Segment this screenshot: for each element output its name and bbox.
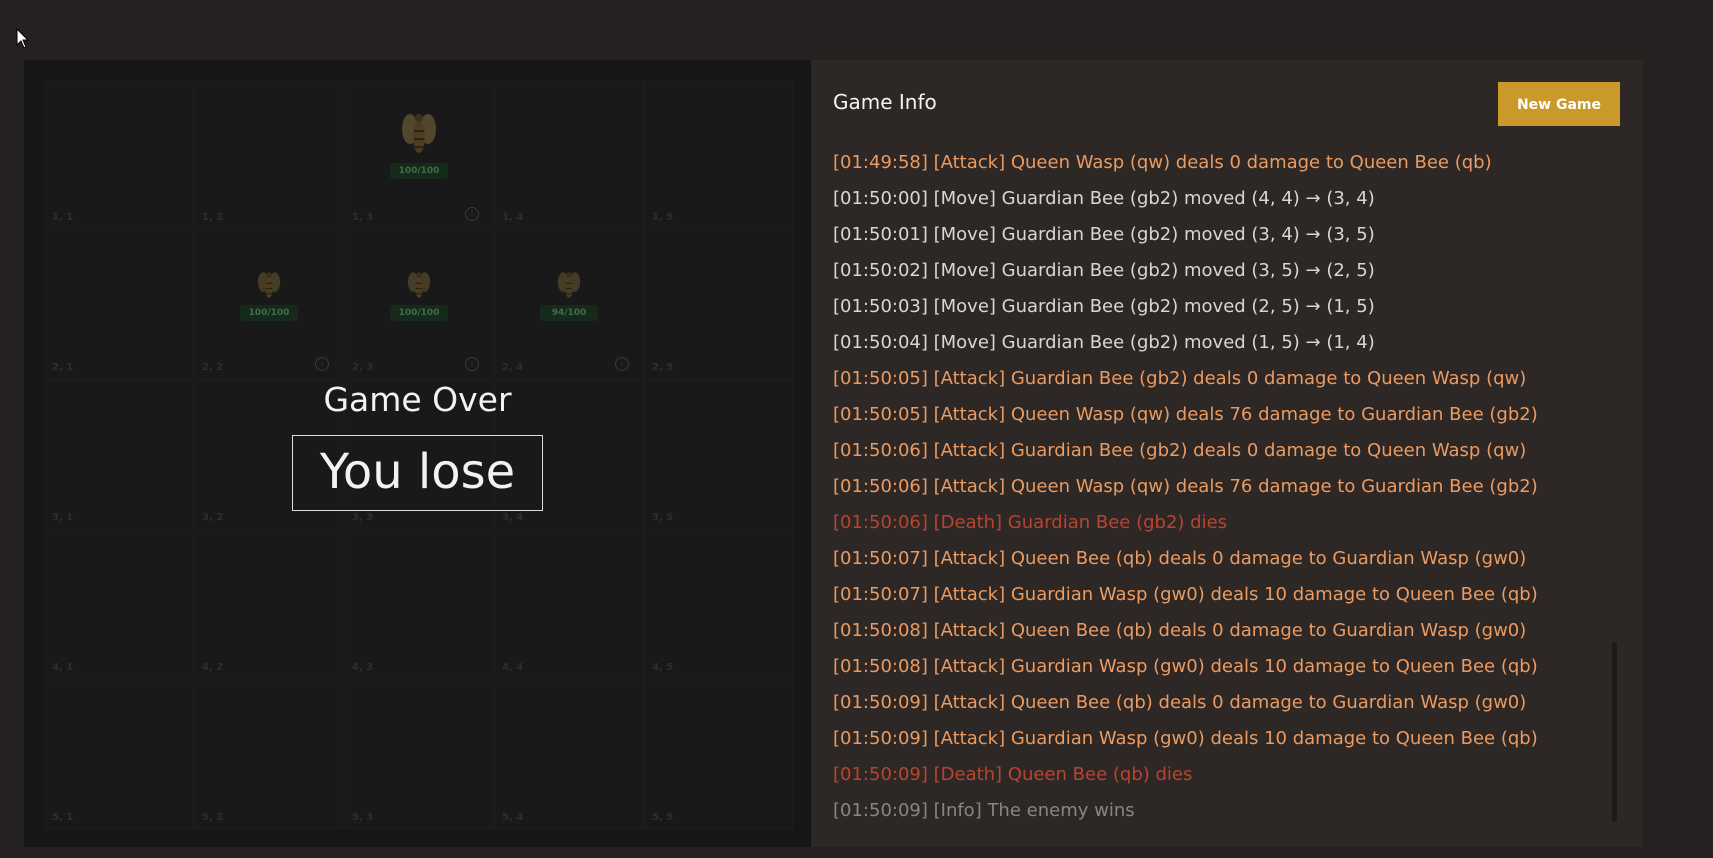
log-entry-move: [01:50:01] [Move] Guardian Bee (gb2) mov… [833, 224, 1375, 245]
cell-coordinate-label: 1, 5 [652, 212, 674, 223]
cell-coordinate-label: 4, 4 [502, 662, 524, 673]
info-icon[interactable]: i [465, 207, 479, 221]
board-cell[interactable]: 4, 4 [494, 530, 644, 680]
cell-coordinate-label: 3, 2 [202, 512, 224, 523]
log-entry-move: [01:50:03] [Move] Guardian Bee (gb2) mov… [833, 296, 1375, 317]
info-icon[interactable]: i [615, 357, 629, 371]
board-cell[interactable]: 4, 3 [344, 530, 494, 680]
game-board-panel: 1, 1 1, 2 100/100 1, 3 i 1, 4 1, 5 2, 1 100/100 2… [24, 60, 811, 847]
cell-coordinate-label: 5, 1 [52, 812, 74, 823]
info-icon[interactable]: i [465, 357, 479, 371]
board-cell[interactable]: 100/100 2, 3 i [344, 230, 494, 380]
board-cell[interactable]: 4, 1 [44, 530, 194, 680]
bee-icon [402, 114, 436, 153]
wasp-icon [257, 272, 281, 298]
log-entry-attack: [01:50:05] [Attack] Guardian Bee (gb2) d… [833, 368, 1527, 389]
board-cell[interactable]: 5, 2 [194, 680, 344, 830]
board-cell[interactable]: 5, 5 [644, 680, 794, 830]
cell-coordinate-label: 4, 5 [652, 662, 674, 673]
info-icon[interactable]: i [315, 357, 329, 371]
cell-coordinate-label: 4, 2 [202, 662, 224, 673]
guardian-wasp-unit[interactable]: 100/100 [390, 269, 448, 321]
log-entry-move: [01:50:04] [Move] Guardian Bee (gb2) mov… [833, 332, 1375, 353]
wasp-icon [407, 272, 431, 298]
log-entry-attack: [01:50:09] [Attack] Queen Bee (qb) deals… [833, 692, 1527, 713]
game-info-title: Game Info [833, 90, 937, 114]
cell-coordinate-label: 3, 1 [52, 512, 74, 523]
log-entry-attack: [01:50:05] [Attack] Queen Wasp (qw) deal… [833, 404, 1538, 425]
cell-coordinate-label: 2, 2 [202, 362, 224, 373]
log-entry-death: [01:50:09] [Death] Queen Bee (qb) dies [833, 764, 1193, 785]
board-cell[interactable]: 2, 1 [44, 230, 194, 380]
log-entry-attack: [01:50:08] [Attack] Guardian Wasp (gw0) … [833, 656, 1538, 677]
log-entry-attack: [01:50:06] [Attack] Queen Wasp (qw) deal… [833, 476, 1538, 497]
unit-hp-badge: 100/100 [240, 305, 298, 321]
log-entry-attack: [01:49:58] [Attack] Queen Wasp (qw) deal… [833, 152, 1492, 173]
log-entry-death: [01:50:06] [Death] Guardian Bee (gb2) di… [833, 512, 1228, 533]
unit-hp-badge: 100/100 [390, 305, 448, 321]
board-cell[interactable]: 100/100 1, 3 i [344, 80, 494, 230]
unit-hp-badge: 100/100 [390, 163, 448, 179]
board-cell[interactable]: 1, 1 [44, 80, 194, 230]
game-over-overlay: Game Over You lose [24, 380, 811, 511]
board-cell[interactable]: 1, 4 [494, 80, 644, 230]
board-cell[interactable]: 4, 5 [644, 530, 794, 680]
log-entry-move: [01:50:00] [Move] Guardian Bee (gb2) mov… [833, 188, 1375, 209]
wasp-icon [557, 272, 581, 298]
guardian-wasp-unit[interactable]: 100/100 [240, 269, 298, 321]
board-cell[interactable]: 1, 5 [644, 80, 794, 230]
mouse-cursor-icon [16, 28, 30, 49]
board-cell[interactable]: 5, 3 [344, 680, 494, 830]
board-cell[interactable]: 94/100 2, 4 i [494, 230, 644, 380]
cell-coordinate-label: 5, 2 [202, 812, 224, 823]
cell-coordinate-label: 3, 4 [502, 512, 524, 523]
cell-coordinate-label: 1, 1 [52, 212, 74, 223]
guardian-wasp-unit[interactable]: 94/100 [540, 269, 598, 321]
cell-coordinate-label: 1, 4 [502, 212, 524, 223]
log-entry-attack: [01:50:08] [Attack] Queen Bee (qb) deals… [833, 620, 1527, 641]
board-cell[interactable]: 2, 5 [644, 230, 794, 380]
cell-coordinate-label: 2, 5 [652, 362, 674, 373]
board-cell[interactable]: 4, 2 [194, 530, 344, 680]
cell-coordinate-label: 4, 1 [52, 662, 74, 673]
cell-coordinate-label: 5, 5 [652, 812, 674, 823]
unit-hp-badge: 94/100 [540, 305, 598, 321]
cell-coordinate-label: 5, 4 [502, 812, 524, 823]
cell-coordinate-label: 5, 3 [352, 812, 374, 823]
log-entry-attack: [01:50:06] [Attack] Guardian Bee (gb2) d… [833, 440, 1527, 461]
cell-coordinate-label: 1, 3 [352, 212, 374, 223]
board-cell[interactable]: 100/100 2, 2 i [194, 230, 344, 380]
log-scrollbar[interactable] [1612, 642, 1617, 822]
game-over-title: Game Over [323, 380, 512, 419]
game-result-box: You lose [292, 435, 543, 511]
new-game-button[interactable]: New Game [1498, 82, 1620, 126]
board-cell[interactable]: 5, 4 [494, 680, 644, 830]
cell-coordinate-label: 3, 3 [352, 512, 374, 523]
queen-bee-unit[interactable]: 100/100 [390, 109, 448, 179]
log-entry-attack: [01:50:07] [Attack] Queen Bee (qb) deals… [833, 548, 1527, 569]
game-log[interactable]: [01:49:58] [Attack] Queen Wasp (qw) deal… [833, 145, 1583, 835]
cell-coordinate-label: 2, 3 [352, 362, 374, 373]
cell-coordinate-label: 2, 4 [502, 362, 524, 373]
board-cell[interactable]: 1, 2 [194, 80, 344, 230]
log-entry-move: [01:50:02] [Move] Guardian Bee (gb2) mov… [833, 260, 1375, 281]
board-cell[interactable]: 5, 1 [44, 680, 194, 830]
cell-coordinate-label: 2, 1 [52, 362, 74, 373]
log-entry-attack: [01:50:09] [Attack] Guardian Wasp (gw0) … [833, 728, 1538, 749]
cell-coordinate-label: 3, 5 [652, 512, 674, 523]
cell-coordinate-label: 1, 2 [202, 212, 224, 223]
cell-coordinate-label: 4, 3 [352, 662, 374, 673]
game-info-panel: Game Info New Game [01:49:58] [Attack] Q… [811, 60, 1643, 847]
log-entry-attack: [01:50:07] [Attack] Guardian Wasp (gw0) … [833, 584, 1538, 605]
log-entry-info: [01:50:09] [Info] The enemy wins [833, 800, 1135, 821]
